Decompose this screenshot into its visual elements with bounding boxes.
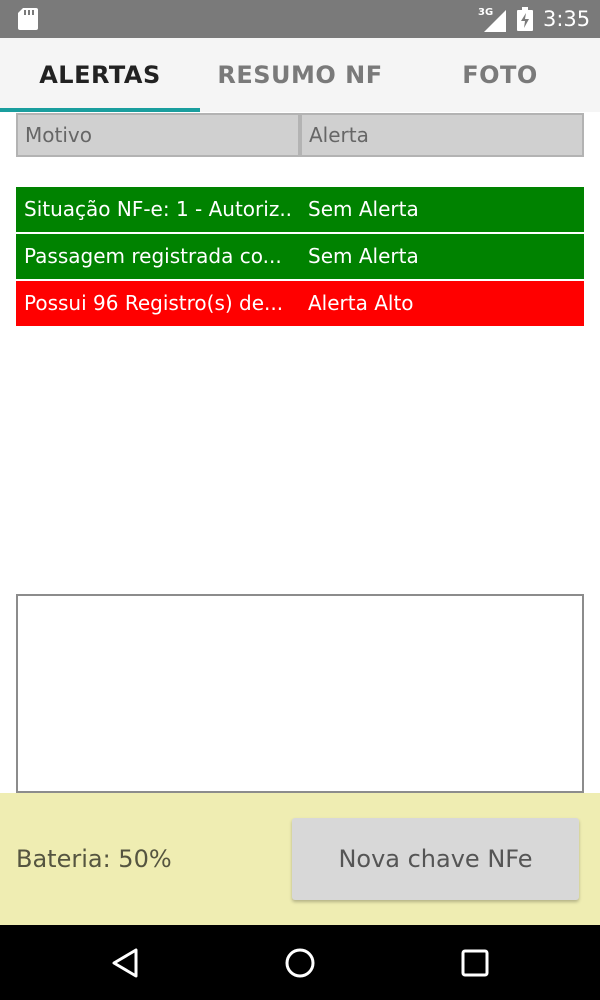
status-bar: 3G 3:35	[0, 0, 600, 38]
cell-motivo: Passagem registrada co...	[24, 244, 282, 268]
column-header-motivo: Motivo	[16, 113, 300, 157]
table-row[interactable]: Possui 96 Registro(s) de... Alerta Alto	[16, 281, 584, 326]
tab-bar: ALERTAS RESUMO NF FOTO	[0, 38, 600, 112]
cell-motivo: Possui 96 Registro(s) de...	[24, 291, 284, 315]
cell-alerta: Alerta Alto	[308, 291, 414, 315]
tab-alertas[interactable]: ALERTAS	[0, 38, 200, 112]
signal-icon: 3G	[478, 7, 506, 32]
home-icon[interactable]	[284, 947, 316, 979]
navigation-bar	[0, 925, 600, 1000]
cell-alerta: Sem Alerta	[308, 244, 419, 268]
column-header-alerta: Alerta	[300, 113, 584, 157]
network-type: 3G	[478, 7, 493, 18]
sd-card-icon	[18, 8, 38, 30]
tab-resumo-nf[interactable]: RESUMO NF	[200, 38, 400, 112]
table-row[interactable]: Situação NF-e: 1 - Autoriz... Sem Alerta	[16, 187, 584, 232]
battery-label: Bateria: 50%	[16, 845, 172, 873]
recent-apps-icon[interactable]	[461, 949, 489, 977]
bottom-panel: Bateria: 50% Nova chave NFe	[0, 793, 600, 925]
active-tab-indicator	[0, 108, 200, 112]
details-text-area[interactable]	[16, 594, 584, 793]
status-clock: 3:35	[543, 7, 591, 31]
new-nfe-key-button[interactable]: Nova chave NFe	[292, 818, 579, 900]
battery-charging-icon	[517, 7, 533, 31]
table-row[interactable]: Passagem registrada co... Sem Alerta	[16, 234, 584, 279]
cell-motivo: Situação NF-e: 1 - Autoriz...	[24, 197, 292, 221]
cell-alerta: Sem Alerta	[308, 197, 419, 221]
back-icon[interactable]	[110, 947, 140, 979]
alert-list: Situação NF-e: 1 - Autoriz... Sem Alerta…	[16, 187, 584, 328]
table-header: Motivo Alerta	[16, 113, 584, 157]
tab-foto[interactable]: FOTO	[400, 38, 600, 112]
